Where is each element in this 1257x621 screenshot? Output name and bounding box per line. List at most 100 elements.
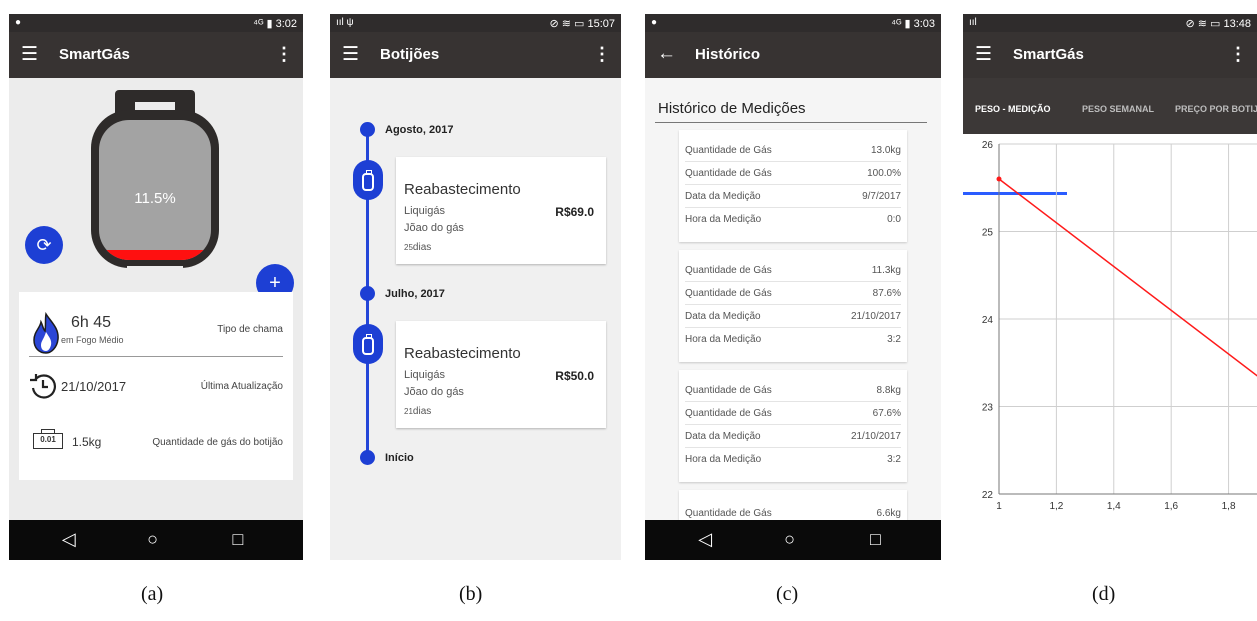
status-bar: ııl ⊘ ≋ ▭ 13:48: [963, 14, 1257, 32]
app-bar: ← Histórico: [645, 32, 941, 78]
measurement-row: Quantidade de Gás 13.0kg: [685, 139, 901, 162]
caption-d: (d): [1092, 583, 1116, 605]
row-label: Data da Medição: [685, 311, 761, 322]
status-right: ⊘ ≋ ▭ 15:07: [549, 18, 615, 30]
screen-title: Botijões: [380, 46, 440, 63]
refill-marker: [353, 324, 383, 364]
measurement-row: Hora da Medição 3:2: [685, 448, 901, 471]
row-value: 100.0%: [867, 168, 901, 179]
row-label: Data da Medição: [685, 191, 761, 202]
gas-cylinder-foot: [127, 266, 183, 270]
gas-percent-label: 11.5%: [134, 190, 176, 207]
series-line: [998, 178, 1257, 377]
app-bar: ☰ Botijões ⋮: [330, 32, 621, 78]
row-label: Quantidade de Gás: [685, 408, 772, 419]
tab-bar: PESO - MEDIÇÃO PESO SEMANAL PREÇO POR BO…: [963, 78, 1257, 195]
nav-home-icon[interactable]: ○: [147, 529, 158, 549]
x-tick-label: 1,2: [1049, 501, 1063, 512]
fire-level: em Fogo Médio: [61, 335, 124, 345]
overflow-menu-icon[interactable]: ⋮: [275, 44, 293, 64]
y-tick-label: 26: [982, 140, 994, 151]
status-right: ⁴ᴳ ▮ 3:03: [891, 18, 935, 30]
refill-price: R$69.0: [555, 205, 594, 219]
caption-a: (a): [141, 583, 164, 605]
notification-dot: ●: [651, 17, 658, 28]
row-value: 67.6%: [872, 408, 901, 419]
refill-title: Reabastecimento: [404, 345, 521, 362]
back-arrow-icon[interactable]: ←: [657, 43, 676, 65]
refill-days: 25: [404, 243, 413, 252]
add-icon: +: [269, 272, 281, 294]
app-title: SmartGás: [59, 46, 130, 63]
y-tick-label: 24: [982, 315, 994, 326]
nav-recent-icon[interactable]: □: [870, 529, 881, 549]
nav-home-icon[interactable]: ○: [784, 529, 795, 549]
row-label: Hora da Medição: [685, 454, 762, 465]
tab-weight-measurement[interactable]: PESO - MEDIÇÃO: [975, 104, 1051, 114]
history-heading: Histórico de Medições: [658, 100, 806, 117]
row-label: Quantidade de Gás: [685, 508, 772, 519]
x-tick-label: 1,4: [1107, 501, 1121, 512]
tab-weekly-weight[interactable]: PESO SEMANAL: [1082, 104, 1154, 114]
row-value: 11.3kg: [871, 265, 901, 276]
screen-title: Histórico: [695, 46, 761, 63]
status-card: 6h 45 em Fogo Médio Tipo de chama 21/10/…: [19, 292, 293, 480]
gas-tank-icon: [362, 334, 374, 355]
row-value: 21/10/2017: [850, 311, 901, 322]
row-label: Quantidade de Gás: [685, 265, 772, 276]
measurement-row: Quantidade de Gás 100.0%: [685, 162, 901, 185]
refill-days: 21: [404, 407, 413, 416]
refill-seller: Jõao do gás: [404, 386, 464, 398]
phone-screen-d: ııl ⊘ ≋ ▭ 13:48 ☰ SmartGás ⋮ PESO - MEDI…: [963, 14, 1257, 560]
nav-bar: ◁ ○ □: [9, 520, 303, 560]
refresh-button[interactable]: ⟳: [25, 226, 63, 264]
y-tick-label: 23: [982, 403, 994, 414]
data-point: [996, 176, 1002, 182]
timeline-month: Julho, 2017: [385, 288, 445, 300]
tab-price-per-cylinder[interactable]: PREÇO POR BOTIJ: [1175, 104, 1257, 114]
refill-price: R$50.0: [555, 369, 594, 383]
refill-brand: Liquigás: [404, 369, 445, 381]
status-bar: ● ⁴ᴳ ▮ 3:02: [9, 14, 303, 32]
refill-marker: [353, 160, 383, 200]
caption-b: (b): [459, 583, 483, 605]
y-tick-label: 25: [982, 228, 994, 239]
refill-duration: 25dias: [404, 242, 431, 253]
measurement-row: Hora da Medição 0:0: [685, 208, 901, 231]
row-value: 3:2: [887, 454, 901, 465]
measurement-card: Quantidade de Gás 8.8kg Quantidade de Gás…: [679, 370, 907, 482]
measurement-card: Quantidade de Gás 13.0kg Quantidade de Gá…: [679, 130, 907, 242]
measurement-row: Data da Medição 21/10/2017: [685, 305, 901, 328]
phone-screen-c: ● ⁴ᴳ ▮ 3:03 ← Histórico Histórico de Med…: [645, 14, 941, 560]
refill-card[interactable]: Reabastecimento Liquigás R$69.0 Jõao do …: [396, 157, 606, 264]
signal-usb-icons: ııl ψ: [336, 17, 354, 28]
measurement-row: Hora da Medição 3:2: [685, 328, 901, 351]
nav-back-icon[interactable]: ◁: [698, 529, 712, 549]
history-icon: [30, 374, 56, 399]
x-tick-label: 1,6: [1164, 501, 1178, 512]
overflow-menu-icon[interactable]: ⋮: [593, 44, 611, 64]
measurement-row: Quantidade de Gás 67.6%: [685, 402, 901, 425]
refresh-icon: ⟳: [36, 235, 52, 255]
row-value: 87.6%: [872, 288, 901, 299]
burn-duration: 6h 45: [71, 314, 112, 331]
row-label: Quantidade de Gás: [685, 385, 772, 396]
refill-duration: 21dias: [404, 406, 431, 417]
menu-icon[interactable]: ☰: [342, 45, 359, 65]
row-label: Data da Medição: [685, 431, 761, 442]
refill-title: Reabastecimento: [404, 181, 521, 198]
status-bar: ● ⁴ᴳ ▮ 3:03: [645, 14, 941, 32]
measurement-row: Quantidade de Gás 87.6%: [685, 282, 901, 305]
overflow-menu-icon[interactable]: ⋮: [1229, 44, 1247, 64]
weight-chart: 22 23 24 25 26 1 1,2 1,4 1,6 1,8: [982, 140, 1257, 512]
menu-icon[interactable]: ☰: [975, 45, 992, 65]
refill-card[interactable]: Reabastecimento Liquigás R$50.0 Jõao do …: [396, 321, 606, 428]
row-label: Quantidade de Gás: [685, 168, 772, 179]
row-value: 21/10/2017: [850, 431, 901, 442]
refill-seller: Jõao do gás: [404, 222, 464, 234]
measurement-row: Quantidade de Gás 11.3kg: [685, 259, 901, 282]
nav-recent-icon[interactable]: □: [232, 529, 243, 549]
menu-icon[interactable]: ☰: [21, 45, 38, 65]
refill-days-unit: dias: [412, 242, 432, 253]
nav-back-icon[interactable]: ◁: [62, 529, 76, 549]
